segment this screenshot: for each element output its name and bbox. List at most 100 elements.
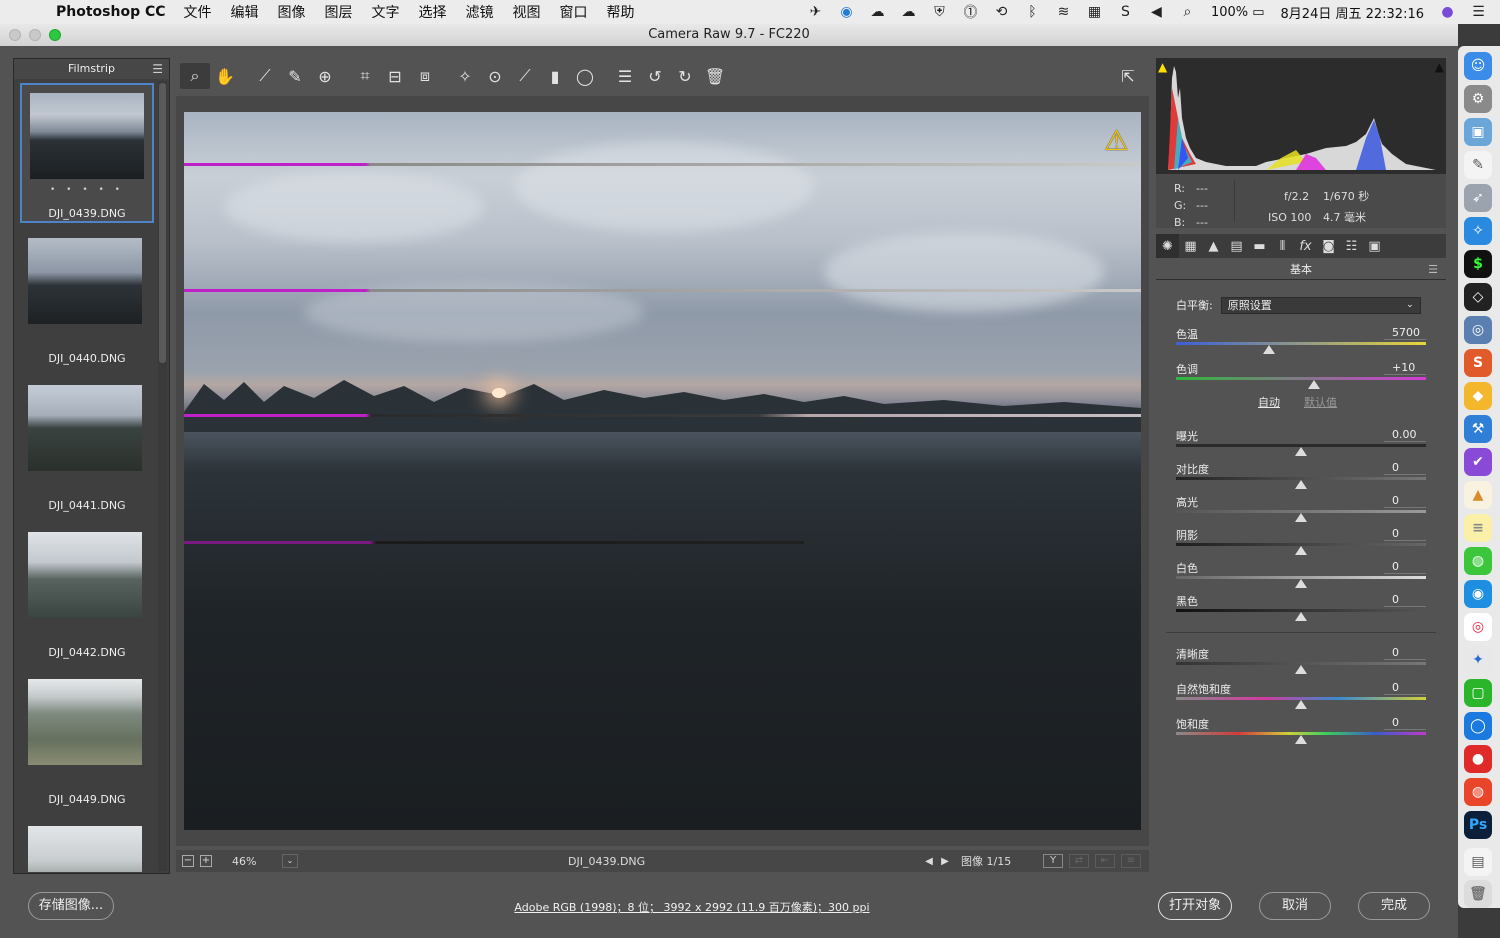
- slider-value[interactable]: 0: [1384, 494, 1426, 508]
- bird-icon[interactable]: ✈: [800, 0, 831, 24]
- slider-knob[interactable]: [1262, 345, 1275, 354]
- battery-meter-icon[interactable]: ▦: [1079, 0, 1110, 24]
- highlights-slider[interactable]: 高光 0: [1176, 494, 1426, 528]
- zoom-tool-icon[interactable]: ⌕: [180, 63, 210, 89]
- camera-calibration-icon[interactable]: ◙: [1317, 234, 1340, 258]
- rotate-right-icon[interactable]: ↻: [670, 63, 700, 89]
- grapher-icon[interactable]: ▲: [1464, 481, 1492, 509]
- 1password-icon[interactable]: ⓵: [955, 0, 986, 24]
- zoom-in-button[interactable]: +: [200, 855, 212, 867]
- hsl-icon[interactable]: ▤: [1225, 234, 1248, 258]
- close-window-button[interactable]: [9, 29, 21, 41]
- safari-icon[interactable]: ✧: [1464, 217, 1492, 245]
- notification-center-icon[interactable]: ☰: [1463, 0, 1494, 24]
- slider-value[interactable]: 0: [1384, 527, 1426, 541]
- slider-value[interactable]: 0: [1384, 560, 1426, 574]
- slider-knob[interactable]: [1295, 665, 1307, 674]
- filmstrip-item[interactable]: [20, 818, 154, 872]
- copy-settings-icon[interactable]: ⇤: [1095, 854, 1115, 868]
- slider-value[interactable]: 0: [1384, 593, 1426, 607]
- snapshots-icon[interactable]: ▣: [1363, 234, 1386, 258]
- straighten-tool-icon[interactable]: ⊟: [380, 63, 410, 89]
- slider-knob[interactable]: [1307, 380, 1320, 389]
- full-screen-icon[interactable]: ⇱: [1113, 63, 1143, 89]
- filmstrip-item[interactable]: DJI_0442.DNG: [20, 524, 154, 664]
- transform-tool-icon[interactable]: ⧈: [410, 63, 440, 89]
- slider-value[interactable]: 0: [1384, 716, 1426, 730]
- slider-value[interactable]: 0.00: [1384, 428, 1426, 442]
- fx-icon[interactable]: fx: [1294, 234, 1317, 258]
- basic-icon[interactable]: ✺: [1156, 234, 1179, 258]
- menu-window[interactable]: 窗口: [560, 2, 588, 22]
- menu-layer[interactable]: 图层: [325, 2, 353, 22]
- search-icon[interactable]: ⌕: [1172, 0, 1203, 24]
- whites-slider[interactable]: 白色 0: [1176, 560, 1426, 594]
- auto-link[interactable]: 自动: [1258, 394, 1280, 410]
- filmstrip-scrollbar[interactable]: [158, 81, 167, 871]
- adjustment-brush-icon[interactable]: ⟋: [510, 63, 540, 89]
- red-eye-icon[interactable]: ⊙: [480, 63, 510, 89]
- zoom-out-button[interactable]: −: [182, 855, 194, 867]
- volume-icon[interactable]: ◀: [1141, 0, 1172, 24]
- saturation-slider[interactable]: 饱和度 0: [1176, 716, 1426, 750]
- tone-curve-icon[interactable]: ▦: [1179, 234, 1202, 258]
- temperature-slider[interactable]: 色温 5700: [1176, 326, 1426, 360]
- warning-triangle-icon[interactable]: ⚠: [1104, 124, 1129, 157]
- slider-knob[interactable]: [1295, 480, 1307, 489]
- filmstrip-menu-icon[interactable]: ☰: [152, 59, 163, 79]
- menu-image[interactable]: 图像: [278, 2, 306, 22]
- trash-icon[interactable]: 🗑: [1464, 880, 1492, 908]
- slider-knob[interactable]: [1295, 447, 1307, 456]
- menu-view[interactable]: 视图: [513, 2, 541, 22]
- sketch-icon[interactable]: ◆: [1464, 382, 1492, 410]
- slider-track[interactable]: [1176, 377, 1426, 380]
- before-after-toggle[interactable]: Y: [1043, 854, 1063, 868]
- textedit-icon[interactable]: ✎: [1464, 151, 1492, 179]
- unity-icon[interactable]: ◇: [1464, 283, 1492, 311]
- spot-removal-icon[interactable]: ✧: [450, 63, 480, 89]
- slider-knob[interactable]: [1295, 579, 1307, 588]
- cancel-button[interactable]: 取消: [1259, 892, 1331, 920]
- slider-knob[interactable]: [1295, 612, 1307, 621]
- menu-help[interactable]: 帮助: [607, 2, 635, 22]
- lens-icon[interactable]: ⫴: [1271, 234, 1294, 258]
- radial-filter-icon[interactable]: ◯: [570, 63, 600, 89]
- sublime-icon[interactable]: S: [1464, 349, 1492, 377]
- scribble-icon[interactable]: S: [1110, 0, 1141, 24]
- menu-edit[interactable]: 编辑: [231, 2, 259, 22]
- app-menu-photoshop[interactable]: Photoshop CC: [56, 4, 166, 20]
- zoom-dropdown[interactable]: ⌄: [282, 854, 298, 868]
- tint-slider[interactable]: 色调 +10: [1176, 361, 1426, 395]
- xcode-icon[interactable]: ⚒: [1464, 415, 1492, 443]
- done-button[interactable]: 完成: [1358, 892, 1430, 920]
- battery-status[interactable]: 100% ▭: [1203, 5, 1273, 20]
- menu-select[interactable]: 选择: [419, 2, 447, 22]
- shield-icon[interactable]: ⛨: [924, 0, 955, 24]
- chrome-icon[interactable]: ◎: [1464, 613, 1492, 641]
- graduated-filter-icon[interactable]: ▮: [540, 63, 570, 89]
- hand-tool-icon[interactable]: ✋: [210, 63, 240, 89]
- slider-value[interactable]: 0: [1384, 681, 1426, 695]
- previous-image-button[interactable]: ◀: [921, 856, 937, 867]
- color-sampler-icon[interactable]: ✎: [280, 63, 310, 89]
- white-balance-select[interactable]: 原照设置 ⌄: [1220, 296, 1421, 314]
- exposure-slider[interactable]: 曝光 0.00: [1176, 428, 1426, 462]
- next-image-button[interactable]: ▶: [937, 856, 953, 867]
- slider-knob[interactable]: [1295, 735, 1307, 744]
- omnifocus-icon[interactable]: ✔: [1464, 448, 1492, 476]
- crop-tool-icon[interactable]: ⌗: [350, 63, 380, 89]
- slider-value[interactable]: 5700: [1384, 326, 1426, 340]
- shadows-slider[interactable]: 阴影 0: [1176, 527, 1426, 561]
- photoshop-icon[interactable]: Ps: [1464, 811, 1492, 839]
- preferences-icon[interactable]: ☰: [610, 63, 640, 89]
- bluetooth-icon[interactable]: ᛒ: [1017, 0, 1048, 24]
- wechat-icon[interactable]: ☁: [862, 0, 893, 24]
- siri-icon[interactable]: ●: [1432, 0, 1463, 24]
- menu-file[interactable]: 文件: [184, 2, 212, 22]
- weibo-icon[interactable]: ◍: [1464, 778, 1492, 806]
- slider-knob[interactable]: [1295, 513, 1307, 522]
- preview-image[interactable]: ⚠: [184, 112, 1141, 830]
- terminal-icon[interactable]: $: [1464, 250, 1492, 278]
- slider-knob[interactable]: [1295, 546, 1307, 555]
- zoom-window-button[interactable]: [49, 29, 61, 41]
